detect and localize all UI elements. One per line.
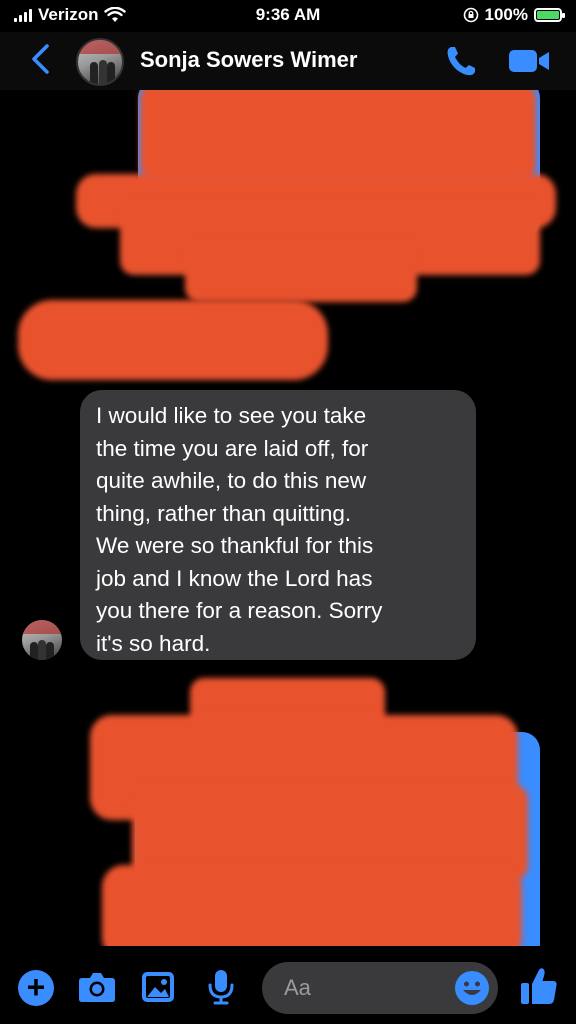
phone-icon[interactable] <box>444 44 478 78</box>
message-thread[interactable]: I would like to see you take the time yo… <box>0 90 576 946</box>
contact-name[interactable]: Sonja Sowers Wimer <box>140 47 357 73</box>
thumbs-up-icon[interactable] <box>520 966 558 1006</box>
back-chevron-icon[interactable] <box>28 42 52 76</box>
message-input[interactable]: Aa <box>262 962 498 1014</box>
camera-icon[interactable] <box>78 970 116 1004</box>
redaction-mark <box>185 240 417 302</box>
redaction-mark <box>18 300 328 380</box>
message-input-placeholder: Aa <box>284 975 311 1000</box>
status-bar: Verizon 9:36 AM 100% <box>0 0 576 32</box>
battery-group: 100% <box>463 5 565 25</box>
conversation-header: Sonja Sowers Wimer <box>0 32 576 90</box>
contact-avatar[interactable] <box>76 38 124 86</box>
emoji-icon[interactable] <box>454 970 490 1006</box>
incoming-message-bubble[interactable]: I would like to see you take the time yo… <box>80 390 476 660</box>
battery-icon <box>534 8 565 22</box>
battery-percent: 100% <box>484 5 528 24</box>
plus-icon[interactable]: + <box>18 970 54 1006</box>
video-camera-icon[interactable] <box>508 48 550 74</box>
message-composer: + Aa <box>0 946 576 1024</box>
redaction-mark <box>102 865 522 946</box>
redaction-mark <box>140 90 536 180</box>
sender-avatar <box>22 620 62 660</box>
orientation-lock-icon <box>463 7 478 23</box>
microphone-icon[interactable] <box>206 968 236 1006</box>
photo-icon[interactable] <box>140 970 176 1004</box>
